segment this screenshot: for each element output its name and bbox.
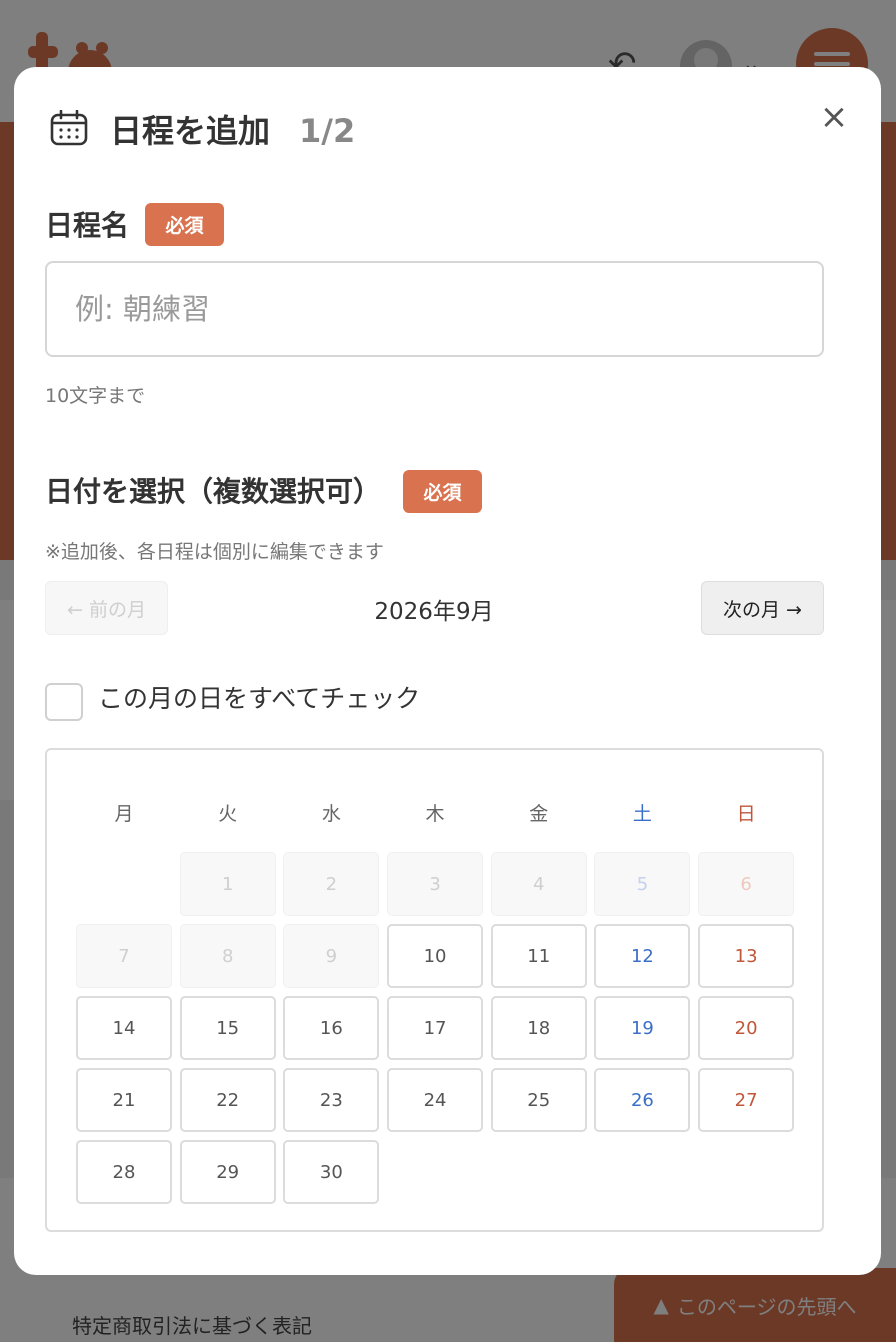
day-cell[interactable]: 22 <box>179 1068 276 1132</box>
day-cell[interactable]: 29 <box>179 1140 276 1204</box>
day-cell[interactable]: 23 <box>283 1068 380 1132</box>
check-all-label[interactable]: この月の日をすべてチェック <box>98 679 420 719</box>
next-month-button[interactable]: 次の月 → <box>701 581 824 635</box>
day-cell[interactable]: 10 <box>387 924 484 988</box>
day-cell: 5 <box>594 852 691 916</box>
day-cell[interactable]: 13 <box>698 924 795 988</box>
edit-note: ※追加後、各日程は個別に編集できます <box>45 541 384 563</box>
day-cell[interactable]: 27 <box>698 1068 795 1132</box>
weekday-header: 金 <box>529 802 549 825</box>
day-cell: 6 <box>698 852 795 916</box>
required-badge: 必須 <box>403 470 482 513</box>
day-cell[interactable]: 17 <box>387 996 484 1060</box>
schedule-name-label: 日程名 <box>45 209 130 242</box>
day-cell[interactable]: 12 <box>594 924 691 988</box>
day-cell: 7 <box>76 924 172 988</box>
day-cell[interactable]: 21 <box>76 1068 172 1132</box>
schedule-name-input[interactable] <box>45 261 824 357</box>
date-select-label: 日付を選択（複数選択可） <box>45 475 382 508</box>
day-cell[interactable]: 20 <box>698 996 795 1060</box>
current-month: 2026年9月 <box>374 599 494 625</box>
weekday-header: 月 <box>114 802 134 825</box>
day-cell[interactable]: 26 <box>594 1068 691 1132</box>
calendar-days: 月火水木金土日 1 2 3 4 5 6 7 8 9 10 11 12 13 14 15 16 17 18 19 20 21… <box>76 780 795 1204</box>
weekday-header: 水 <box>321 802 341 825</box>
day-cell[interactable]: 28 <box>76 1140 172 1204</box>
day-cell[interactable]: 15 <box>179 996 276 1060</box>
step-indicator: 1/2 <box>299 112 356 150</box>
calendar-icon <box>50 110 88 146</box>
weekday-header: 木 <box>425 802 445 825</box>
empty-cell <box>76 852 172 916</box>
day-cell[interactable]: 30 <box>283 1140 380 1204</box>
day-cell[interactable]: 19 <box>594 996 691 1060</box>
required-badge: 必須 <box>145 203 224 246</box>
day-cell: 1 <box>179 852 276 916</box>
day-cell[interactable]: 25 <box>490 1068 587 1132</box>
modal-title: 日程を追加 <box>110 112 271 150</box>
weekday-header: 日 <box>736 802 756 825</box>
prev-month-button[interactable]: ← 前の月 <box>45 581 168 635</box>
weekday-header: 火 <box>218 802 238 825</box>
day-cell: 3 <box>387 852 484 916</box>
add-schedule-modal: 日程を追加 1/2 × 日程名 必須 10文字まで 日付を選択（複数選択可） 必… <box>14 67 881 1275</box>
char-limit-hint: 10文字まで <box>45 385 146 407</box>
day-cell[interactable]: 14 <box>76 996 172 1060</box>
day-cell[interactable]: 11 <box>490 924 587 988</box>
day-cell: 2 <box>283 852 380 916</box>
check-all-checkbox[interactable] <box>45 683 83 721</box>
calendar-grid: 月火水木金土日 1 2 3 4 5 6 7 8 9 10 11 12 13 14 15 16 17 18 19 20 21… <box>45 748 824 1232</box>
day-cell: 8 <box>179 924 276 988</box>
day-cell[interactable]: 16 <box>283 996 380 1060</box>
day-cell[interactable]: 24 <box>387 1068 484 1132</box>
day-cell: 4 <box>490 852 587 916</box>
day-cell[interactable]: 18 <box>490 996 587 1060</box>
close-icon[interactable]: × <box>814 97 854 137</box>
weekday-header: 土 <box>632 802 652 825</box>
day-cell: 9 <box>283 924 380 988</box>
